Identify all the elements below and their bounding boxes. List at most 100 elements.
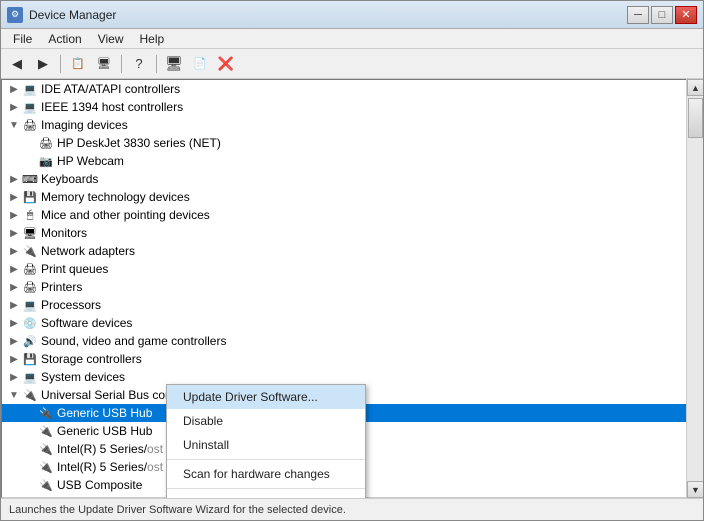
title-bar: ⚙ Device Manager ─ □ ✕ — [1, 1, 703, 29]
scroll-up-arrow[interactable]: ▲ — [687, 79, 703, 96]
menu-bar: File Action View Help — [1, 29, 703, 49]
forward-button[interactable]: ▶ — [31, 53, 55, 75]
tree-item-keyboards[interactable]: ▶ ⌨ Keyboards — [2, 170, 686, 188]
context-menu: Update Driver Software... Disable Uninst… — [166, 384, 366, 498]
mice-icon: 🖱 — [22, 207, 38, 223]
memory-label: Memory technology devices — [41, 190, 190, 204]
menu-help[interactable]: Help — [132, 30, 173, 48]
expand-ide[interactable]: ▶ — [6, 81, 22, 97]
expand-keyboards[interactable]: ▶ — [6, 171, 22, 187]
generic1-label: Generic USB Hub — [57, 406, 152, 420]
expand-monitors[interactable]: ▶ — [6, 225, 22, 241]
storage-label: Storage controllers — [41, 352, 142, 366]
expand-printq[interactable]: ▶ — [6, 261, 22, 277]
composite-label: USB Composite — [57, 478, 142, 492]
usb-icon: 🔌 — [22, 387, 38, 403]
hp3830-label: HP DeskJet 3830 series (NET) — [57, 136, 221, 150]
scroll-track[interactable] — [687, 96, 703, 481]
toolbar-sep-3 — [156, 55, 157, 73]
imaging-icon: 🖨 — [22, 117, 38, 133]
window-controls: ─ □ ✕ — [627, 6, 697, 24]
toolbar-sep-2 — [121, 55, 122, 73]
expand-usb[interactable]: ▼ — [6, 387, 22, 403]
storage-icon: 💾 — [22, 351, 38, 367]
generic1-icon: 🔌 — [38, 405, 54, 421]
vertical-scrollbar[interactable]: ▲ ▼ — [686, 79, 703, 498]
monitors-label: Monitors — [41, 226, 87, 240]
network-label: Network adapters — [41, 244, 135, 258]
expand-memory[interactable]: ▶ — [6, 189, 22, 205]
window-title: Device Manager — [29, 8, 116, 22]
menu-action[interactable]: Action — [40, 30, 89, 48]
expand-system[interactable]: ▶ — [6, 369, 22, 385]
title-bar-left: ⚙ Device Manager — [7, 7, 116, 23]
ieee-icon: 💻 — [22, 99, 38, 115]
expand-sound[interactable]: ▶ — [6, 333, 22, 349]
help-button[interactable]: ? — [127, 53, 151, 75]
back-button[interactable]: ◀ — [5, 53, 29, 75]
tree-item-sound[interactable]: ▶ 🔊 Sound, video and game controllers — [2, 332, 686, 350]
ide-icon: 💻 — [22, 81, 38, 97]
mice-label: Mice and other pointing devices — [41, 208, 210, 222]
tree-item-memory[interactable]: ▶ 💾 Memory technology devices — [2, 188, 686, 206]
tree-item-printq[interactable]: ▶ 🖨 Print queues — [2, 260, 686, 278]
expand-software[interactable]: ▶ — [6, 315, 22, 331]
tree-item-printers[interactable]: ▶ 🖨 Printers — [2, 278, 686, 296]
intel1-icon: 🔌 — [38, 441, 54, 457]
menu-view[interactable]: View — [90, 30, 132, 48]
expand-imaging[interactable]: ▼ — [6, 117, 22, 133]
hpwebcam-label: HP Webcam — [57, 154, 124, 168]
imaging-label: Imaging devices — [41, 118, 128, 132]
tree-item-monitors[interactable]: ▶ 🖥 Monitors — [2, 224, 686, 242]
tree-item-software[interactable]: ▶ 💿 Software devices — [2, 314, 686, 332]
maximize-button[interactable]: □ — [651, 6, 673, 24]
tree-item-hp3830[interactable]: ▶ 🖨 HP DeskJet 3830 series (NET) — [2, 134, 686, 152]
tree-item-ieee[interactable]: ▶ 💻 IEEE 1394 host controllers — [2, 98, 686, 116]
software-icon: 💿 — [22, 315, 38, 331]
composite-icon: 🔌 — [38, 477, 54, 493]
intel2-icon: 🔌 — [38, 459, 54, 475]
software-label: Software devices — [41, 316, 132, 330]
memory-icon: 💾 — [22, 189, 38, 205]
intel1-label: Intel(R) 5 Series/ — [57, 442, 147, 456]
ctx-disable[interactable]: Disable — [167, 409, 365, 433]
tree-item-processors[interactable]: ▶ 💻 Processors — [2, 296, 686, 314]
tree-item-ide[interactable]: ▶ 💻 IDE ATA/ATAPI controllers — [2, 80, 686, 98]
update-button[interactable]: 📄 — [188, 53, 212, 75]
device-manager-window: ⚙ Device Manager ─ □ ✕ File Action View … — [0, 0, 704, 521]
ctx-update-driver[interactable]: Update Driver Software... — [167, 385, 365, 409]
printers-label: Printers — [41, 280, 82, 294]
scroll-thumb[interactable] — [688, 98, 703, 138]
tree-item-hpwebcam[interactable]: ▶ 📷 HP Webcam — [2, 152, 686, 170]
toolbar-sep-1 — [60, 55, 61, 73]
tree-item-storage[interactable]: ▶ 💾 Storage controllers — [2, 350, 686, 368]
device-button[interactable]: 🖥 — [92, 53, 116, 75]
tree-item-mice[interactable]: ▶ 🖱 Mice and other pointing devices — [2, 206, 686, 224]
scan-button[interactable]: 🖥 — [162, 53, 186, 75]
menu-file[interactable]: File — [5, 30, 40, 48]
network-icon: 🔌 — [22, 243, 38, 259]
expand-ieee[interactable]: ▶ — [6, 99, 22, 115]
expand-mice[interactable]: ▶ — [6, 207, 22, 223]
expand-processors[interactable]: ▶ — [6, 297, 22, 313]
scroll-down-arrow[interactable]: ▼ — [687, 481, 703, 498]
close-button[interactable]: ✕ — [675, 6, 697, 24]
system-icon: 💻 — [22, 369, 38, 385]
ieee-label: IEEE 1394 host controllers — [41, 100, 183, 114]
tree-item-imaging[interactable]: ▼ 🖨 Imaging devices — [2, 116, 686, 134]
status-text: Launches the Update Driver Software Wiza… — [9, 504, 346, 516]
properties-button[interactable]: 📋 — [66, 53, 90, 75]
ctx-properties[interactable]: Properties — [167, 491, 365, 498]
sound-label: Sound, video and game controllers — [41, 334, 226, 348]
roothub1-label: USB Root Hub — [57, 496, 136, 498]
expand-printers[interactable]: ▶ — [6, 279, 22, 295]
ctx-scan[interactable]: Scan for hardware changes — [167, 462, 365, 486]
expand-network[interactable]: ▶ — [6, 243, 22, 259]
tree-item-network[interactable]: ▶ 🔌 Network adapters — [2, 242, 686, 260]
generic2-label: Generic USB Hub — [57, 424, 152, 438]
minimize-button[interactable]: ─ — [627, 6, 649, 24]
ctx-divider-1 — [167, 459, 365, 460]
ctx-uninstall[interactable]: Uninstall — [167, 433, 365, 457]
uninstall-button[interactable]: ❌ — [214, 53, 238, 75]
expand-storage[interactable]: ▶ — [6, 351, 22, 367]
